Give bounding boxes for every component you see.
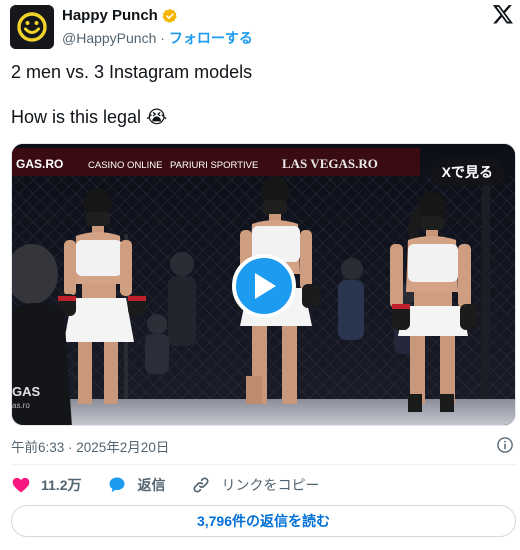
verified-badge-icon [162, 8, 177, 23]
reply-bubble-icon [109, 477, 125, 493]
banner-text-2: CASINO ONLINE [88, 160, 162, 171]
smiley-face-logo-icon [10, 5, 54, 49]
author-name-row[interactable]: Happy Punch [62, 7, 178, 24]
action-bar: 11.2万 返信 リンクをコピー [11, 474, 345, 496]
crying-emoji: 😭 [146, 107, 168, 127]
author-handle-row: @HappyPunch · フォローする [62, 28, 253, 48]
timestamp[interactable]: 午前6:33 · 2025年2月20日 [11, 440, 169, 455]
banner-text-3: PARIURI SPORTIVE [170, 160, 258, 171]
banner-text-4: LAS VEGAS.RO [282, 156, 378, 171]
reply-button[interactable]: 返信 [107, 475, 165, 495]
tweet-text-line-2: How is this legal 😭 [11, 107, 167, 128]
read-replies-button[interactable]: 3,796件の返信を読む [11, 505, 516, 537]
copy-link-label: リンクをコピー [221, 477, 320, 493]
like-count: 11.2万 [41, 477, 82, 493]
like-button[interactable]: 11.2万 [11, 475, 81, 495]
tweet-text-line-1: 2 men vs. 3 Instagram models [11, 62, 253, 82]
author-handle[interactable]: @HappyPunch [62, 30, 156, 46]
author-name[interactable]: Happy Punch [62, 7, 158, 24]
handle-separator: · [160, 30, 165, 46]
copy-link-button[interactable]: リンクをコピー [191, 475, 319, 495]
follow-button[interactable]: フォローする [169, 30, 253, 46]
link-icon [193, 477, 209, 493]
play-icon [255, 273, 276, 299]
tweet-text: How is this legal [11, 107, 142, 127]
view-on-x-button[interactable]: Xで見る [429, 158, 505, 186]
tweet-meta: 午前6:33 · 2025年2月20日 [11, 436, 516, 456]
play-button[interactable] [232, 254, 296, 318]
reply-label: 返信 [137, 477, 166, 493]
x-logo-icon[interactable] [492, 3, 514, 25]
heart-icon [12, 477, 30, 493]
divider [11, 464, 516, 465]
corner-logo-text: GAS [12, 384, 41, 399]
video-player[interactable]: GAS.RO CASINO ONLINE PARIURI SPORTIVE LA… [11, 143, 516, 426]
info-icon[interactable] [496, 436, 514, 454]
tweet-header: Happy Punch @HappyPunch · フォローする [10, 3, 516, 49]
corner-logo-subtext: as.ro [12, 401, 30, 410]
avatar[interactable] [10, 5, 54, 49]
banner-text-1: GAS.RO [16, 157, 63, 171]
